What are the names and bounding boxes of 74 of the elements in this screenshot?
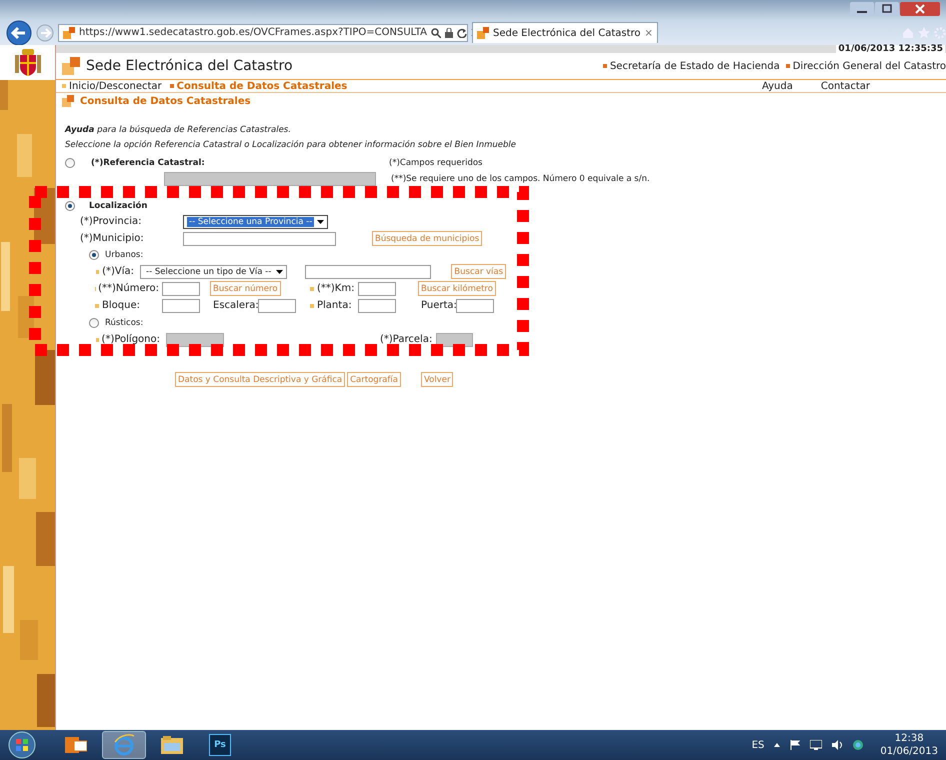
section-label: Rústicos:	[105, 318, 144, 328]
site-icon	[63, 26, 75, 38]
dropdown[interactable]: -- Seleccione un tipo de Vía --	[140, 264, 288, 278]
help-text: Ayuda para la búsqueda de Referencias Catastrales.	[65, 125, 292, 135]
field-label: Planta:	[317, 300, 352, 311]
field-label: Escalera:	[213, 300, 259, 311]
site-icon	[477, 27, 489, 39]
field-label: Bloque:	[102, 300, 140, 311]
sync-icon[interactable]	[852, 739, 864, 751]
radio-button[interactable]	[89, 318, 99, 328]
help-text: Seleccione la opción Referencia Catastral o Localización para obtener información sobre el Bien Inmueble	[65, 140, 517, 150]
radio-button[interactable]	[65, 158, 75, 168]
lock-icon	[445, 28, 454, 38]
clock[interactable]: 12:38 01/06/2013	[880, 732, 938, 758]
input-field[interactable]	[305, 264, 432, 278]
clock-time: 12:38	[894, 732, 925, 745]
caret-icon	[276, 270, 284, 274]
field-label: (*)Municipio:	[80, 233, 144, 244]
folder-icon	[161, 736, 183, 754]
input-field[interactable]	[358, 298, 396, 312]
star-icon[interactable]	[918, 26, 930, 38]
language-indicator[interactable]: ES	[752, 740, 764, 750]
site-logo-icon	[62, 57, 80, 75]
input-field[interactable]	[183, 232, 336, 246]
header-link[interactable]: Secretaría de Estado de Hacienda	[610, 60, 780, 72]
input-field[interactable]	[162, 298, 200, 312]
field-label: (*)Provincia:	[80, 216, 142, 227]
taskbar-button[interactable]: Ps	[198, 731, 242, 759]
refresh-icon[interactable]	[457, 28, 468, 38]
input-field[interactable]	[258, 298, 296, 312]
field-label: (*)Vía:	[102, 266, 134, 277]
field-label: (*)Polígono:	[102, 334, 160, 345]
close-icon[interactable]	[900, 2, 940, 16]
flag-icon[interactable]	[790, 740, 800, 750]
speaker-icon[interactable]	[832, 740, 842, 750]
tab-label: Sede Electrónica del Catastro	[493, 28, 641, 38]
field-label: (**)Km:	[317, 283, 354, 294]
browser-tab[interactable]: Sede Electrónica del Catastro ×	[472, 22, 658, 43]
maximize-icon[interactable]	[875, 2, 899, 16]
network-icon[interactable]	[810, 740, 822, 750]
field-label: (*)Referencia Catastral:	[91, 158, 206, 168]
minimize-icon[interactable]	[850, 2, 874, 16]
input-field[interactable]	[358, 282, 396, 296]
radio-button[interactable]	[89, 250, 99, 260]
show-hidden-icon[interactable]	[774, 743, 780, 747]
nav-link[interactable]: Ayuda	[762, 80, 793, 92]
search-icon[interactable]	[431, 28, 442, 38]
breadcrumb-link[interactable]: Inicio/Desconectar	[69, 80, 162, 92]
note-text: (*)Campos requeridos	[389, 158, 482, 168]
dropdown[interactable]: -- Seleccione una Provincia --	[183, 214, 328, 228]
nav-link[interactable]: Contactar	[820, 80, 870, 92]
input-field[interactable]	[162, 282, 200, 296]
page-icon	[62, 95, 74, 107]
field-label: Puerta:	[421, 300, 457, 311]
input-field[interactable]	[456, 298, 494, 312]
back-icon[interactable]	[6, 20, 32, 46]
field-label: (*)Parcela:	[380, 334, 432, 345]
mail-app-icon	[65, 735, 87, 755]
field-label: (**)Número:	[98, 283, 159, 294]
tab-close-button[interactable]: ×	[644, 28, 653, 38]
site-title: Sede Electrónica del Catastro	[86, 58, 293, 74]
radio-button[interactable]	[65, 200, 75, 210]
forward-icon[interactable]	[36, 24, 54, 42]
browser-app-icon	[113, 734, 135, 756]
section-label: Urbanos:	[105, 250, 144, 260]
header-link[interactable]: Dirección General del Catastro	[792, 60, 946, 72]
section-label: Localización	[89, 200, 148, 210]
clock-date: 01/06/2013	[880, 745, 938, 758]
page-title: Consulta de Datos Catastrales	[80, 96, 251, 106]
note-text: (**)Se requiere uno de los campos. Número 0 equivale a s/n.	[391, 174, 650, 184]
coat-of-arms-icon	[14, 48, 40, 76]
caret-icon	[317, 220, 324, 224]
date-time: 01/06/2013 12:35:35	[836, 44, 945, 54]
photoshop-icon[interactable]: Ps	[209, 734, 231, 756]
